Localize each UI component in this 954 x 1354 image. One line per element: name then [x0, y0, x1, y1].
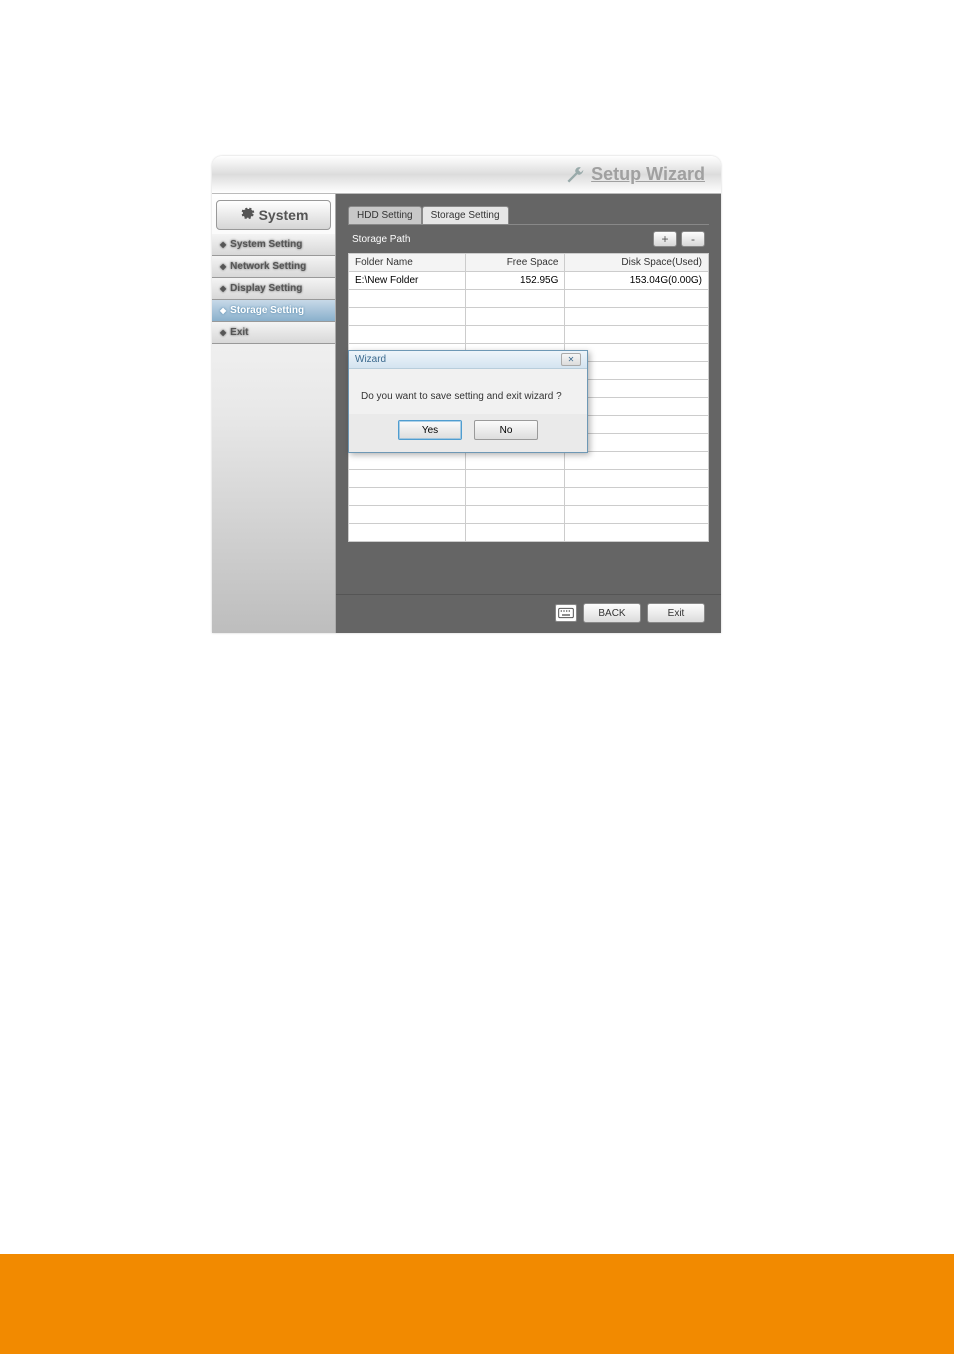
dialog-close-button[interactable]: ✕: [561, 353, 581, 366]
confirm-dialog: Wizard ✕ Do you want to save setting and…: [348, 350, 588, 453]
titlebar: Setup Wizard: [212, 156, 721, 194]
dialog-title: Wizard: [355, 354, 386, 365]
footer-buttons: BACK Exit: [336, 594, 721, 633]
sidebar-item-storage-setting[interactable]: ◆Storage Setting: [212, 300, 335, 322]
sidebar-item-label: Storage Setting: [230, 305, 304, 316]
app-title: Setup Wizard: [591, 164, 705, 185]
back-button[interactable]: BACK: [583, 603, 641, 623]
sidebar-item-label: Exit: [230, 327, 248, 338]
dialog-titlebar: Wizard ✕: [349, 351, 587, 369]
sidebar-item-label: Display Setting: [230, 283, 302, 294]
gear-icon: [239, 205, 255, 226]
sidebar-item-display-setting[interactable]: ◆Display Setting: [212, 278, 335, 300]
exit-button[interactable]: Exit: [647, 603, 705, 623]
sidebar: System ◆System Setting ◆Network Setting …: [212, 194, 336, 633]
sidebar-item-exit[interactable]: ◆Exit: [212, 322, 335, 344]
sidebar-item-label: Network Setting: [230, 261, 306, 272]
yes-button[interactable]: Yes: [398, 420, 462, 440]
sidebar-header-label: System: [259, 207, 309, 223]
page-footer-band: [0, 1254, 954, 1354]
setup-wizard-window: Setup Wizard System ◆System Setting ◆Net…: [212, 156, 721, 633]
close-icon: ✕: [568, 355, 575, 364]
dialog-message: Do you want to save setting and exit wiz…: [349, 369, 587, 414]
no-button[interactable]: No: [474, 420, 538, 440]
keyboard-icon[interactable]: [555, 604, 577, 622]
sidebar-item-system-setting[interactable]: ◆System Setting: [212, 234, 335, 256]
sidebar-item-label: System Setting: [230, 239, 302, 250]
modal-overlay: Wizard ✕ Do you want to save setting and…: [348, 206, 709, 586]
sidebar-item-network-setting[interactable]: ◆Network Setting: [212, 256, 335, 278]
wrench-icon: [565, 165, 585, 185]
content-area: HDD Setting Storage Setting Storage Path…: [336, 194, 721, 633]
sidebar-header: System: [216, 200, 331, 230]
